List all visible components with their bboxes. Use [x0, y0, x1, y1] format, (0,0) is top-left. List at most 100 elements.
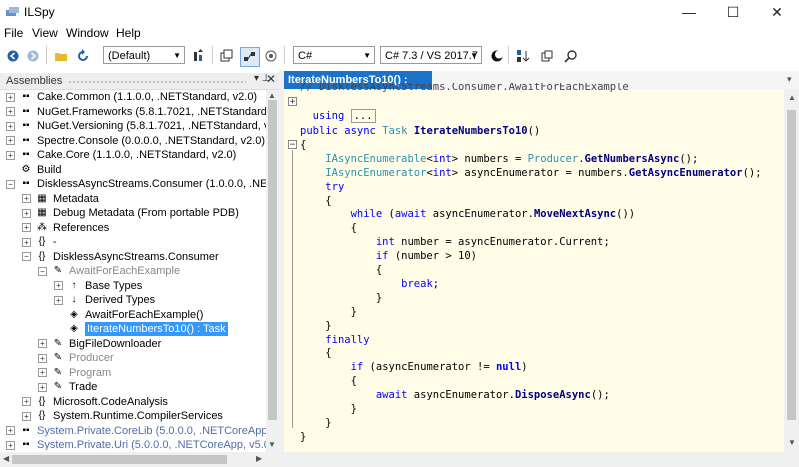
tree-item[interactable]: − ✎ AwaitForEachExample — [38, 264, 180, 278]
language-profile-select[interactable]: (Default) ▼ — [103, 46, 185, 64]
expand-icon[interactable]: + — [22, 194, 31, 203]
code-token: { — [300, 264, 383, 276]
scroll-up-icon[interactable]: ▲ — [788, 93, 796, 102]
tree-item[interactable]: + ⁂ References — [22, 221, 109, 235]
tree-item[interactable]: + ▦ Debug Metadata (From portable PDB) — [22, 206, 239, 220]
collapsed-region[interactable]: ... — [350, 109, 376, 123]
search-icon[interactable] — [562, 47, 580, 65]
expand-icon[interactable]: + — [6, 92, 15, 102]
expand-icon[interactable]: + — [38, 382, 47, 392]
expand-icon[interactable]: + — [38, 339, 47, 348]
expand-icon[interactable]: + — [54, 281, 63, 290]
expand-icon[interactable]: + — [22, 397, 31, 406]
expand-icon[interactable]: + — [6, 426, 15, 435]
show-internal-icon[interactable] — [240, 47, 260, 67]
collapse-icon[interactable]: − — [22, 252, 31, 261]
expand-icon[interactable]: + — [6, 136, 15, 145]
tree-item[interactable]: ◈ IterateNumbersTo10() : Task — [54, 322, 228, 336]
back-icon[interactable] — [4, 47, 22, 65]
tree-item[interactable]: + ↓ Derived Types — [54, 293, 155, 307]
scroll-up-icon[interactable]: ▲ — [268, 91, 276, 100]
code-scroll-thumb[interactable] — [787, 110, 796, 420]
forward-icon[interactable] — [24, 47, 42, 65]
code-line: int number = asyncEnumerator.Current; — [300, 235, 610, 249]
expand-icon[interactable]: + — [22, 411, 31, 421]
tree-item[interactable]: + ▪▪ NuGet.Versioning (5.8.1.7021, .NETSta… — [6, 119, 266, 133]
tree-item[interactable]: + ▪▪ Spectre.Console (0.0.0.0, .NETStandar… — [6, 134, 265, 148]
code-token: try — [325, 180, 345, 193]
chevron-down-icon: ▼ — [173, 51, 181, 60]
tree-item[interactable]: + ↑ Base Types — [54, 279, 142, 293]
fold-collapse-icon[interactable]: − — [288, 140, 297, 150]
tree-item[interactable]: + ▦ Metadata — [22, 192, 99, 206]
tree-item[interactable]: + ▪▪ Cake.Core (1.1.0.0, .NETStandard, v2.… — [6, 148, 236, 162]
expand-icon[interactable]: + — [6, 107, 15, 116]
scroll-down-icon[interactable]: ▼ — [788, 438, 796, 447]
expand-icon[interactable]: + — [22, 237, 31, 247]
expand-icon[interactable]: + — [38, 353, 47, 363]
code-token: if — [350, 361, 370, 374]
sort-icon[interactable] — [190, 47, 208, 65]
tree-item[interactable]: + ▪▪ System.Private.Uri (5.0.0.0, .NETCore… — [6, 438, 266, 450]
menu-help[interactable]: Help — [116, 26, 141, 40]
show-all-icon[interactable] — [262, 47, 280, 65]
expand-icon[interactable]: + — [54, 295, 63, 305]
reload-icon[interactable] — [74, 47, 92, 65]
theme-moon-icon[interactable] — [488, 47, 506, 65]
collapse-icon[interactable]: − — [38, 266, 47, 276]
tree-node-icon: ✎ — [53, 381, 63, 392]
tree-item[interactable]: + ▪▪ NuGet.Frameworks (5.8.1.7021, .NETSta… — [6, 105, 266, 119]
code-line: IAsyncEnumerable<int> numbers = Producer… — [300, 152, 698, 166]
expand-icon[interactable]: + — [38, 368, 47, 377]
expand-icon[interactable]: + — [22, 223, 31, 232]
tree-item[interactable]: + ▪▪ Cake.Common (1.1.0.0, .NETStandard, v… — [6, 90, 257, 104]
tree-item[interactable]: + ✎ Trade — [38, 380, 97, 394]
tree-node-icon: ⚙ — [21, 163, 31, 175]
code-token: GetNumbersAsync — [584, 152, 680, 165]
expand-icon[interactable]: + — [6, 150, 15, 160]
tree-hscroll-thumb[interactable] — [12, 455, 227, 464]
tree-item[interactable]: − ▪▪ DisklessAsyncStreams.Consumer (1.0.0.… — [6, 177, 266, 191]
language-select[interactable]: C# ▼ — [293, 46, 375, 64]
minimize-button[interactable]: — — [667, 0, 711, 24]
fold-expand-icon[interactable]: + — [288, 97, 297, 107]
code-token: (number > 10) — [394, 250, 478, 263]
open-folder-icon[interactable] — [52, 47, 70, 65]
menu-window[interactable]: Window — [66, 26, 109, 40]
tree-item[interactable]: + {} System.Runtime.CompilerServices — [22, 409, 223, 423]
menu-view[interactable]: View — [32, 26, 58, 40]
close-window-button[interactable]: ✕ — [755, 0, 799, 24]
tree-item[interactable]: + ✎ Program — [38, 366, 111, 380]
expand-icon[interactable]: + — [6, 121, 15, 131]
code-horizontal-scrollbar[interactable] — [284, 452, 799, 467]
tab-list-dropdown-icon[interactable]: ▾ — [787, 74, 792, 85]
tree-item[interactable]: + ✎ BigFileDownloader — [38, 337, 161, 351]
language-version-select[interactable]: C# 7.3 / VS 2017.7 ▼ — [380, 46, 482, 64]
tree-item[interactable]: ⚙ Build — [6, 163, 62, 177]
tree-scroll-thumb[interactable] — [268, 100, 277, 420]
menu-file[interactable]: File — [4, 26, 23, 40]
code-line: break; — [300, 277, 439, 291]
tree-item[interactable]: + {} Microsoft.CodeAnalysis — [22, 395, 168, 409]
collapse-icon[interactable]: − — [6, 179, 15, 189]
tree-item[interactable]: ◈ AwaitForEachExample() — [54, 308, 203, 322]
tree-node-icon: ▪▪ — [22, 178, 30, 189]
expand-icon[interactable]: + — [22, 208, 31, 218]
tree-item[interactable]: + {} - — [22, 235, 57, 249]
pane-drag-grip[interactable] — [68, 80, 246, 84]
new-window-icon[interactable] — [218, 47, 236, 65]
scroll-left-icon[interactable]: ◀ — [3, 454, 9, 463]
scroll-down-icon[interactable]: ▼ — [268, 440, 276, 449]
tree-item[interactable]: + ✎ Producer — [38, 351, 114, 365]
code-token: DisposeAsync — [514, 389, 591, 402]
manage-lists-icon[interactable] — [538, 47, 556, 65]
tree-item[interactable]: + ▪▪ System.Private.CoreLib (5.0.0.0, .NET… — [6, 424, 266, 438]
expand-icon[interactable]: + — [6, 440, 15, 450]
maximize-button[interactable]: ☐ — [711, 0, 755, 24]
sort-assemblies-icon[interactable] — [514, 47, 532, 65]
tree-node-icon: {} — [38, 250, 46, 262]
pane-close-icon[interactable]: ✕ — [266, 72, 276, 86]
scroll-right-icon[interactable]: ▶ — [256, 454, 262, 463]
tree-item[interactable]: −{} DisklessAsyncStreams.Consumer — [22, 250, 219, 264]
